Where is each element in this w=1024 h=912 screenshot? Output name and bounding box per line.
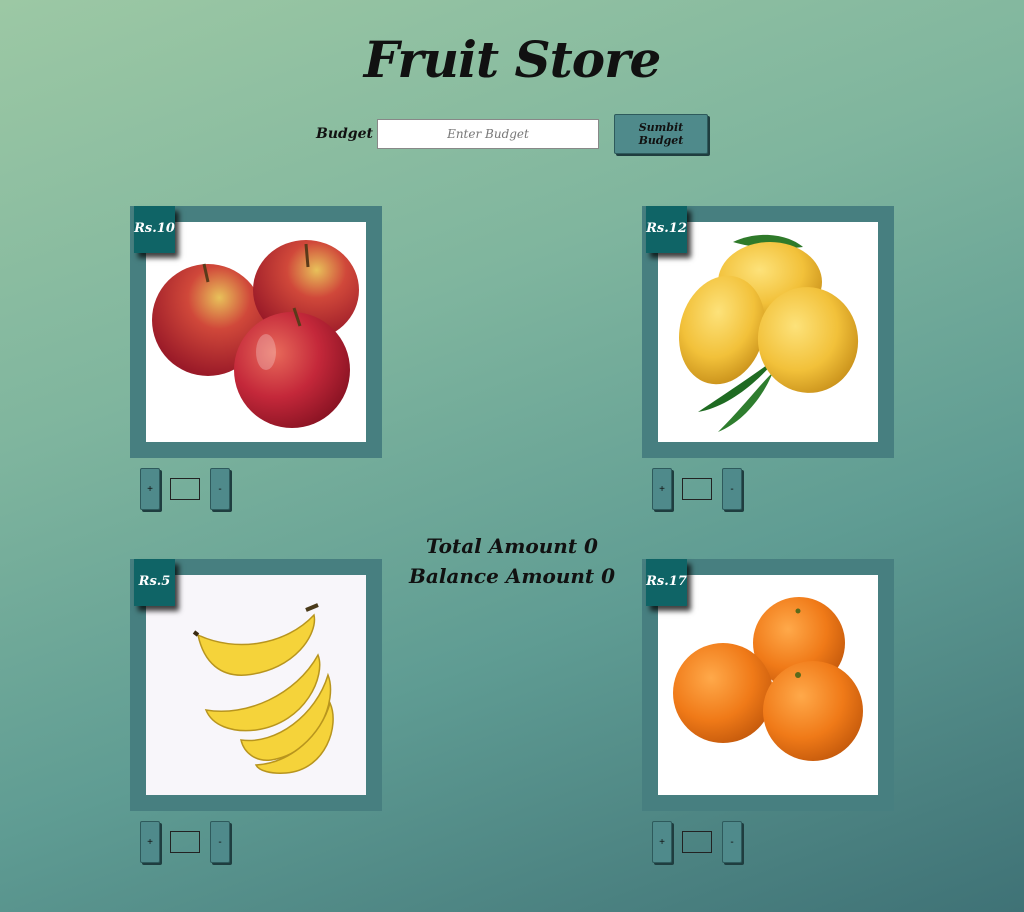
increment-button[interactable]: + <box>140 821 160 863</box>
page-title: Fruit Store <box>363 30 662 89</box>
apple-image <box>146 222 366 442</box>
quantity-input[interactable] <box>170 478 200 500</box>
total-amount: Total Amount 0 <box>426 534 598 558</box>
budget-label: Budget <box>316 126 373 142</box>
product-card-orange: Rs.17 <box>642 559 894 811</box>
increment-button[interactable]: + <box>140 468 160 510</box>
orange-image <box>658 575 878 795</box>
quantity-input[interactable] <box>682 478 712 500</box>
quantity-stepper-mango: + - <box>652 468 742 510</box>
decrement-button[interactable]: - <box>210 821 230 863</box>
quantity-stepper-orange: + - <box>652 821 742 863</box>
budget-form: Budget Sumbit Budget <box>316 114 708 154</box>
decrement-button[interactable]: - <box>722 821 742 863</box>
decrement-button[interactable]: - <box>722 468 742 510</box>
totals-panel: Total Amount 0 Balance Amount 0 <box>382 531 642 591</box>
quantity-stepper-banana: + - <box>140 821 230 863</box>
price-tag: Rs.17 <box>646 559 687 606</box>
price-tag: Rs.12 <box>646 206 687 253</box>
submit-budget-button[interactable]: Sumbit Budget <box>613 114 708 154</box>
product-card-mango: Rs.12 <box>642 206 894 458</box>
quantity-stepper-apple: + - <box>140 468 230 510</box>
increment-button[interactable]: + <box>652 468 672 510</box>
banana-image <box>146 575 366 795</box>
decrement-button[interactable]: - <box>210 468 230 510</box>
quantity-input[interactable] <box>682 831 712 853</box>
budget-input[interactable] <box>376 119 599 149</box>
mango-image <box>658 222 878 442</box>
price-tag: Rs.10 <box>134 206 175 253</box>
quantity-input[interactable] <box>170 831 200 853</box>
balance-amount: Balance Amount 0 <box>408 564 616 588</box>
increment-button[interactable]: + <box>652 821 672 863</box>
product-card-apple: Rs.10 <box>130 206 382 458</box>
product-card-banana: Rs.5 <box>130 559 382 811</box>
price-tag: Rs.5 <box>134 559 175 606</box>
